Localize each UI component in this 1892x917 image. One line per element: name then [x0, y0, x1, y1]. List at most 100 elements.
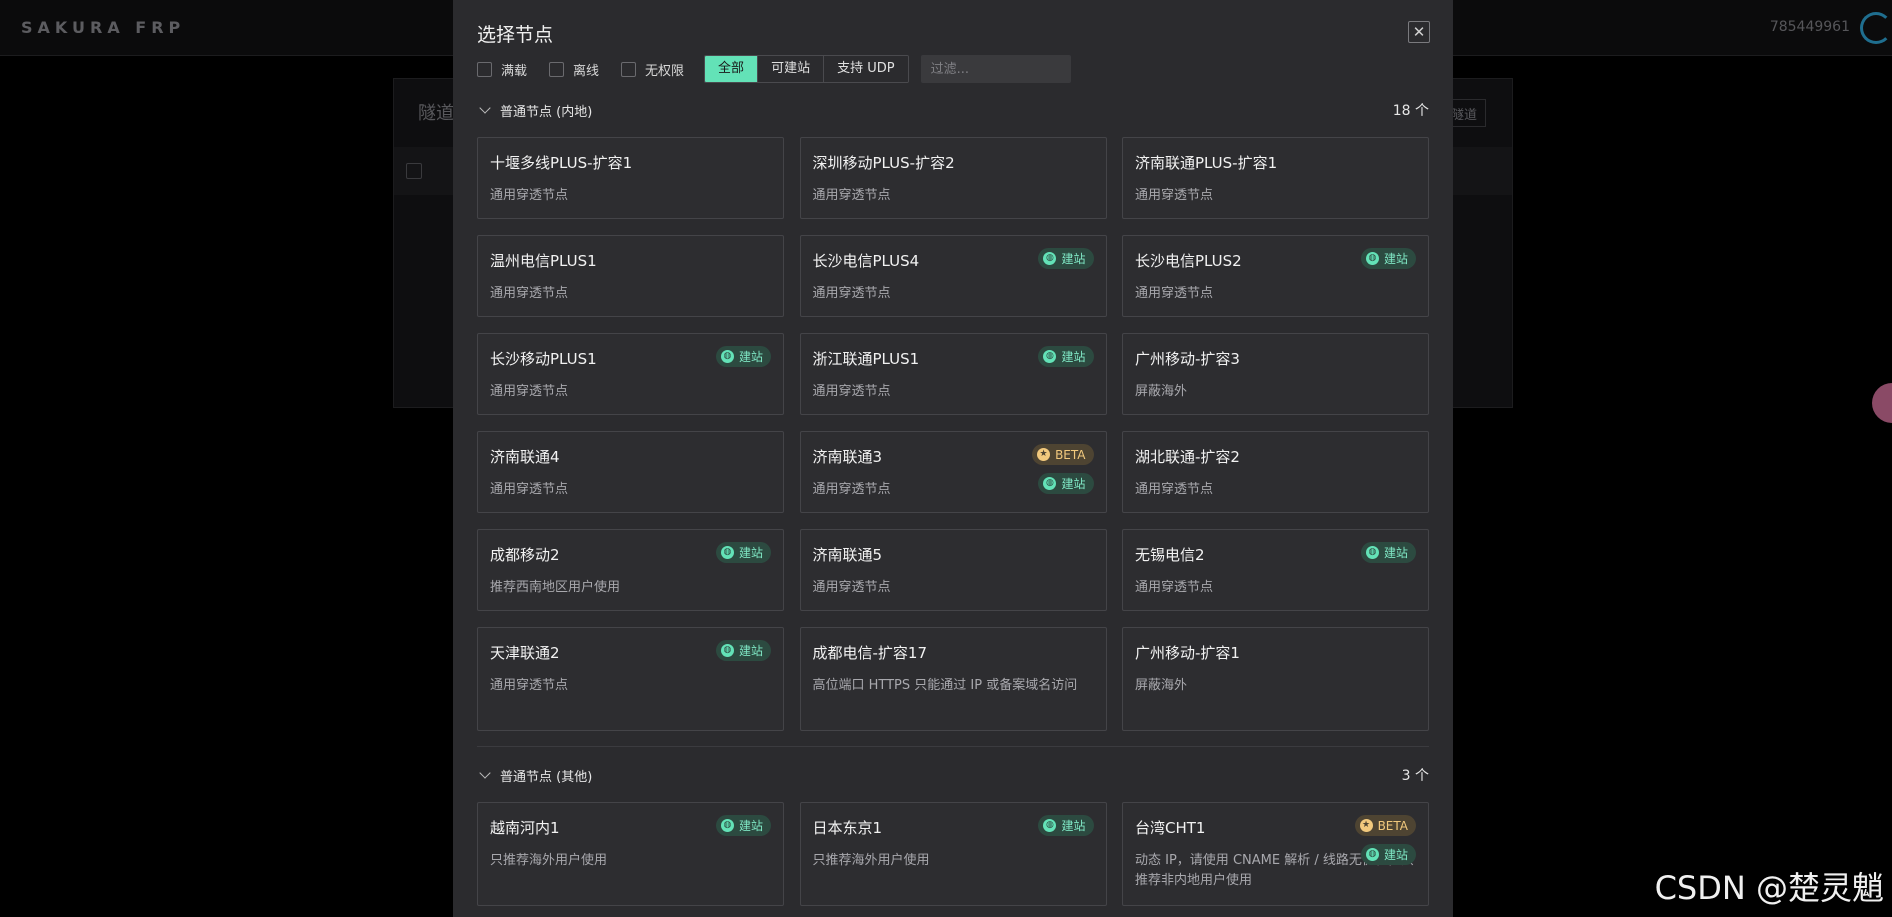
chevron-down-icon — [479, 102, 491, 114]
node-card[interactable]: 深圳移动PLUS-扩容2 通用穿透节点 — [799, 137, 1107, 219]
node-card[interactable]: 济南联通3 通用穿透节点 ★ BETA ◍ 建站 — [799, 431, 1107, 513]
node-grid-other: 越南河内1 只推荐海外用户使用 ◍ 建站 日本东京1 只推荐海外用户使用 ◍ 建站 台湾CHT1… — [477, 802, 1429, 906]
filter-bar: 满载 离线 无权限 全部 可建站 支持 UDP — [477, 55, 1071, 83]
node-description: 通用穿透节点 — [812, 580, 891, 595]
node-name: 广州移动-扩容3 — [1135, 350, 1240, 368]
node-description: 高位端口 HTTPS 只能通过 IP 或备案域名访问 — [812, 678, 1078, 693]
site-badge: ◍ 建站 — [1038, 473, 1094, 494]
node-tags: ◍ 建站 — [1038, 815, 1094, 836]
close-button[interactable]: ✕ — [1408, 21, 1430, 43]
badge-label: 建站 — [738, 644, 763, 658]
node-tags: ★ BETA ◍ 建站 — [1354, 815, 1416, 865]
side-float-button[interactable] — [1872, 383, 1892, 423]
globe-icon: ◍ — [720, 546, 734, 559]
node-card[interactable]: 天津联通2 通用穿透节点 ◍ 建站 — [477, 627, 784, 731]
node-name: 台湾CHT1 — [1135, 819, 1206, 837]
node-description: 屏蔽海外 — [1135, 678, 1188, 693]
site-badge: ◍ 建站 — [1038, 248, 1094, 269]
node-description: 只推荐海外用户使用 — [812, 853, 930, 868]
segment-all[interactable]: 全部 — [705, 56, 758, 82]
node-tags: ◍ 建站 — [715, 346, 771, 367]
node-card[interactable]: 湖北联通-扩容2 通用穿透节点 — [1122, 431, 1429, 513]
node-tags: ◍ 建站 — [715, 815, 771, 836]
node-card[interactable]: 济南联通5 通用穿透节点 — [799, 529, 1107, 611]
globe-icon: ◍ — [720, 644, 734, 657]
checkbox-box[interactable] — [477, 61, 492, 77]
node-description: 通用穿透节点 — [1135, 580, 1214, 595]
segment-udp[interactable]: 支持 UDP — [823, 56, 908, 82]
badge-label: 建站 — [1383, 546, 1408, 560]
badge-label: BETA — [1055, 447, 1086, 462]
select-node-modal: 选择节点 ✕ 满载 离线 无权限 全部 可建站 支持 UDP 普通节点 (内地)… — [453, 0, 1453, 917]
node-card[interactable]: 浙江联通PLUS1 通用穿透节点 ◍ 建站 — [799, 333, 1107, 415]
group-count: 3 个 — [1401, 768, 1429, 784]
node-name: 越南河内1 — [490, 819, 560, 837]
node-description: 通用穿透节点 — [490, 286, 569, 301]
filter-input[interactable] — [920, 55, 1071, 83]
filter-full-checkbox[interactable]: 满载 — [477, 60, 527, 79]
site-badge: ◍ 建站 — [715, 815, 771, 836]
node-tags: ◍ 建站 — [1038, 346, 1094, 367]
node-name: 深圳移动PLUS-扩容2 — [812, 154, 955, 172]
site-badge: ◍ 建站 — [1360, 248, 1416, 269]
group-divider — [477, 746, 1429, 747]
node-card[interactable]: 广州移动-扩容3 屏蔽海外 — [1122, 333, 1429, 415]
node-name: 日本东京1 — [812, 819, 883, 837]
node-tags: ◍ 建站 — [715, 640, 771, 661]
checkbox-box[interactable] — [621, 61, 637, 77]
globe-icon: ◍ — [720, 350, 734, 363]
node-card[interactable]: 成都电信-扩容17 高位端口 HTTPS 只能通过 IP 或备案域名访问 — [799, 627, 1107, 731]
star-icon: ★ — [1359, 819, 1373, 832]
site-badge: ◍ 建站 — [1360, 542, 1416, 563]
node-card[interactable]: 长沙电信PLUS2 通用穿透节点 ◍ 建站 — [1122, 235, 1429, 317]
node-card[interactable]: 越南河内1 只推荐海外用户使用 ◍ 建站 — [477, 802, 784, 906]
globe-icon: ◍ — [1043, 477, 1057, 490]
filter-offline-checkbox[interactable]: 离线 — [549, 60, 599, 79]
node-description: 通用穿透节点 — [1135, 286, 1214, 301]
node-card[interactable]: 成都移动2 推荐西南地区用户使用 ◍ 建站 — [477, 529, 784, 611]
select-all-checkbox[interactable] — [406, 163, 422, 179]
site-badge: ◍ 建站 — [1038, 815, 1094, 836]
node-description: 通用穿透节点 — [490, 188, 569, 203]
segment-site[interactable]: 可建站 — [757, 56, 824, 82]
node-name: 济南联通4 — [490, 448, 560, 466]
node-tags: ◍ 建站 — [1360, 542, 1416, 563]
beta-badge: ★ BETA — [1354, 815, 1416, 836]
node-card[interactable]: 广州移动-扩容1 屏蔽海外 — [1122, 627, 1429, 731]
node-card[interactable]: 十堰多线PLUS-扩容1 通用穿透节点 — [477, 137, 784, 219]
node-card[interactable]: 台湾CHT1 动态 IP，请使用 CNAME 解析 / 线路无优化，只推荐非内地用… — [1122, 802, 1429, 906]
node-description: 屏蔽海外 — [1135, 384, 1188, 399]
node-description: 通用穿透节点 — [1135, 188, 1214, 203]
power-icon[interactable] — [1860, 12, 1892, 44]
checkbox-box[interactable] — [549, 61, 565, 77]
group-header-mainland[interactable]: 普通节点 (内地) 18 个 — [477, 99, 1429, 121]
brand-logo: SAKURA FRP — [21, 18, 186, 37]
group-header-other[interactable]: 普通节点 (其他) 3 个 — [477, 764, 1429, 786]
node-grid-mainland: 十堰多线PLUS-扩容1 通用穿透节点 深圳移动PLUS-扩容2 通用穿透节点 济南联通… — [477, 137, 1429, 731]
panel-title: 隧道 — [418, 103, 454, 124]
globe-icon: ◍ — [1043, 350, 1057, 363]
node-name: 十堰多线PLUS-扩容1 — [490, 154, 633, 172]
node-card[interactable]: 温州电信PLUS1 通用穿透节点 — [477, 235, 784, 317]
site-badge: ◍ 建站 — [715, 542, 771, 563]
node-tags: ◍ 建站 — [1360, 248, 1416, 269]
node-card[interactable]: 济南联通PLUS-扩容1 通用穿透节点 — [1122, 137, 1429, 219]
node-name: 长沙电信PLUS4 — [812, 252, 920, 270]
node-card[interactable]: 无锡电信2 通用穿透节点 ◍ 建站 — [1122, 529, 1429, 611]
site-badge: ◍ 建站 — [715, 346, 771, 367]
node-card[interactable]: 日本东京1 只推荐海外用户使用 ◍ 建站 — [799, 802, 1107, 906]
node-tags: ◍ 建站 — [715, 542, 771, 563]
node-description: 通用穿透节点 — [812, 286, 891, 301]
node-name: 济南联通5 — [812, 546, 883, 564]
filter-no-permission-checkbox[interactable]: 无权限 — [621, 60, 684, 79]
node-description: 只推荐海外用户使用 — [490, 853, 608, 868]
globe-icon: ◍ — [1365, 848, 1379, 861]
node-card[interactable]: 长沙移动PLUS1 通用穿透节点 ◍ 建站 — [477, 333, 784, 415]
badge-label: 建站 — [1383, 848, 1408, 862]
node-card[interactable]: 长沙电信PLUS4 通用穿透节点 ◍ 建站 — [799, 235, 1107, 317]
site-badge: ◍ 建站 — [715, 640, 771, 661]
node-name: 广州移动-扩容1 — [1135, 644, 1240, 662]
user-id[interactable]: 785449961 — [1770, 19, 1850, 35]
node-card[interactable]: 济南联通4 通用穿透节点 — [477, 431, 784, 513]
globe-icon: ◍ — [1043, 819, 1057, 832]
